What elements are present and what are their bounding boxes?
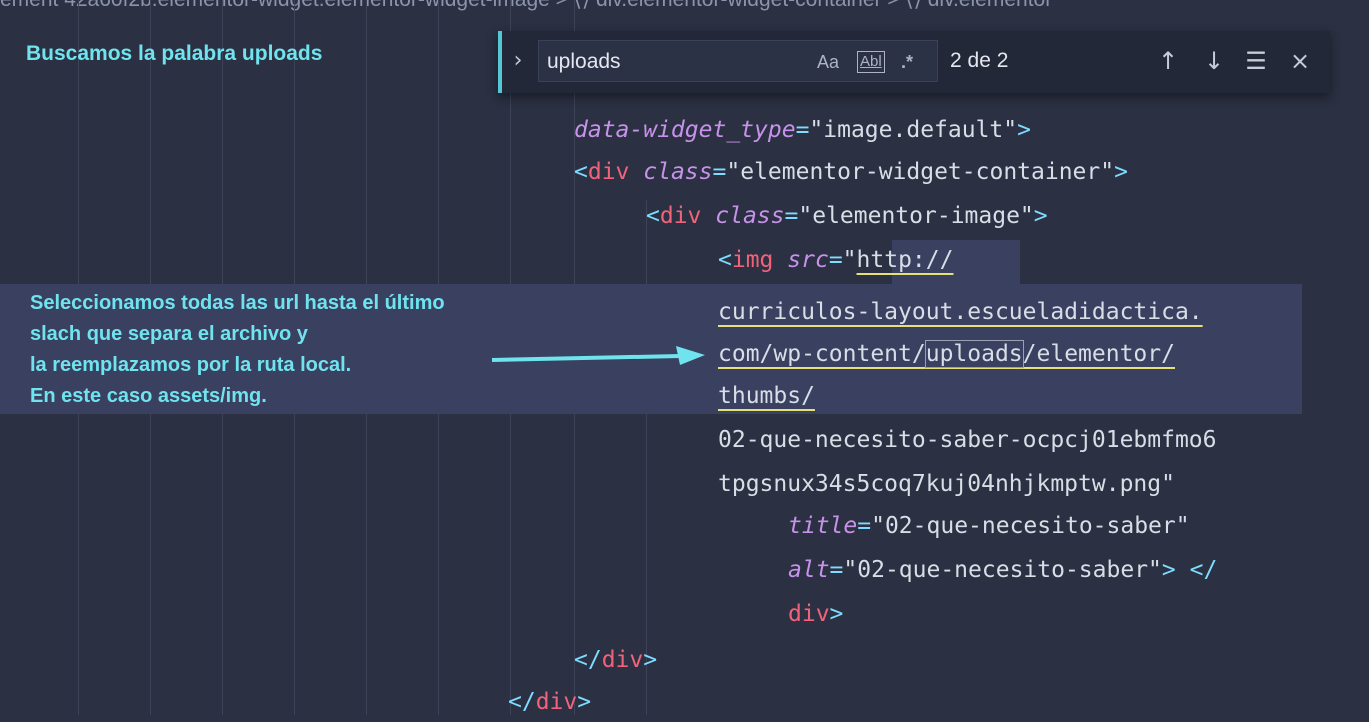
code-line: com/wp-content/uploads/elementor/ <box>718 334 1175 374</box>
code-string: "02-que-necesito-saber" <box>843 557 1162 583</box>
toggle-replace-chevron-icon[interactable]: › <box>508 45 528 77</box>
search-match: uploads <box>924 340 1024 368</box>
code-punc: > <box>829 601 844 627</box>
code-line: tpgsnux34s5coq7kuj04nhjkmptw.png" <box>718 464 1175 504</box>
code-line: div> <box>788 594 843 634</box>
code-punc: > </ <box>1161 557 1218 583</box>
code-punc: > <box>643 647 658 673</box>
annotation-line: Seleccionamos todas las url hasta el últ… <box>30 292 445 314</box>
code-url-selected: curriculos-layout.escueladidactica. <box>718 299 1203 325</box>
code-attr: src <box>787 247 829 273</box>
code-line: <div class="elementor-image"> <box>646 196 1048 236</box>
code-string: tpgsnux34s5coq7kuj04nhjkmptw.png <box>718 471 1162 497</box>
code-punc: < <box>718 247 732 273</box>
code-string: "02-que-necesito-saber" <box>871 513 1190 539</box>
annotation-arrow <box>491 346 705 365</box>
code-eq: = <box>795 117 810 143</box>
code-punc: > <box>1114 159 1128 185</box>
code-punc: < <box>646 203 660 229</box>
code-punc: > <box>1033 203 1048 229</box>
code-url-selected: thumbs/ <box>718 383 815 409</box>
code-url-selected: http:// <box>856 247 954 273</box>
code-line: data-widget_type="image.default"> <box>574 110 1031 150</box>
code-line: </div> <box>574 640 657 680</box>
find-widget-accent <box>498 31 502 93</box>
code-tag: div <box>659 203 702 229</box>
code-line: 02-que-necesito-saber-ocpcj01ebmfmo6 <box>718 420 1217 460</box>
code-attr: alt <box>788 557 830 583</box>
find-input[interactable] <box>545 44 809 80</box>
code-line: curriculos-layout.escueladidactica. <box>718 292 1203 332</box>
code-attr: title <box>788 513 858 539</box>
code-line: alt="02-que-necesito-saber"> </ <box>788 550 1217 590</box>
code-tag: div <box>788 601 830 627</box>
match-case-icon[interactable]: Aa <box>817 49 839 75</box>
code-punc: </ <box>574 647 602 673</box>
code-punc: </ <box>508 689 536 715</box>
code-url-selected: com/wp-content/ <box>718 341 926 367</box>
code-tag: div <box>601 647 644 673</box>
code-string: "elementor-image" <box>798 203 1034 229</box>
code-line: <img src="http:// <box>718 240 953 280</box>
previous-match-icon[interactable]: ↑ <box>1152 45 1184 77</box>
code-line: title="02-que-necesito-saber" <box>788 506 1190 546</box>
annotation-line: slach que separa el archivo y <box>30 323 308 345</box>
close-icon[interactable]: × <box>1284 45 1316 77</box>
code-line: <div class="elementor-widget-container"> <box>574 152 1128 192</box>
arrow-shaft <box>491 354 681 362</box>
find-widget[interactable]: › Aa Abl .* 2 de 2 ↑ ↓ ☰ × <box>498 31 1330 93</box>
code-eq: = <box>829 557 844 583</box>
code-string: " <box>842 247 857 273</box>
code-eq: = <box>712 159 727 185</box>
find-in-selection-icon[interactable]: ☰ <box>1240 45 1272 77</box>
code-tag: img <box>731 247 774 273</box>
code-tag: div <box>587 159 630 185</box>
code-string: " <box>1161 471 1175 497</box>
code-attr: class <box>643 159 713 185</box>
code-string: "elementor-widget-container" <box>726 159 1115 185</box>
code-string: 02-que-necesito-saber-ocpcj01ebmfmo6 <box>718 427 1217 453</box>
code-url-selected: /elementor/ <box>1022 341 1175 367</box>
match-count: 2 de 2 <box>950 49 1009 72</box>
code-attr: data-widget_type <box>574 117 796 143</box>
code-line: </div> <box>508 682 591 722</box>
code-tag: div <box>535 689 578 715</box>
code-line: thumbs/ <box>718 376 815 416</box>
annotation-title: Buscamos la palabra uploads <box>26 42 323 65</box>
annotation-line: la reemplazamos por la ruta local. <box>30 354 352 376</box>
code-punc: < <box>574 159 588 185</box>
code-eq: = <box>828 247 843 273</box>
next-match-icon[interactable]: ↓ <box>1198 45 1230 77</box>
code-attr: class <box>715 203 785 229</box>
code-punc: > <box>1017 117 1031 143</box>
annotation-text: Seleccionamos todas las url hasta el últ… <box>30 288 445 412</box>
find-input-box[interactable]: Aa Abl .* <box>538 40 938 82</box>
code-eq: = <box>857 513 872 539</box>
whole-word-icon[interactable]: Abl <box>857 51 885 73</box>
annotation-line: En este caso assets/img. <box>30 385 267 407</box>
regex-icon[interactable]: .* <box>901 49 913 75</box>
code-punc: > <box>577 689 592 715</box>
arrow-head <box>676 346 705 365</box>
code-string: "image.default" <box>809 117 1018 143</box>
code-eq: = <box>784 203 799 229</box>
